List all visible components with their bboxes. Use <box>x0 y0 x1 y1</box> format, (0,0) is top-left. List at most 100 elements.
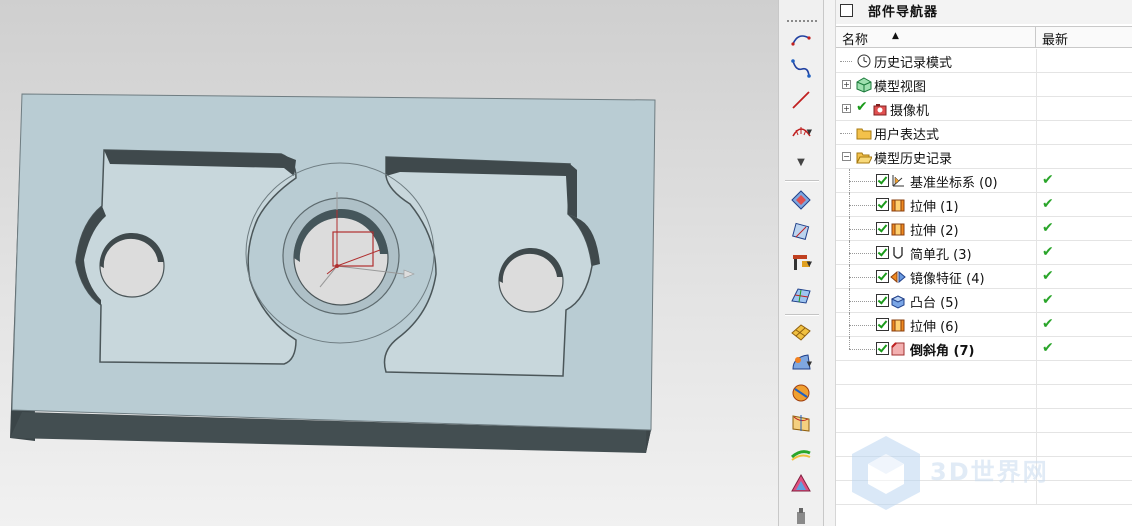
tree-row-label: 倒斜角 (7) <box>910 344 975 359</box>
swept-surface-icon <box>790 443 812 469</box>
tree-row-label: 拉伸 (1) <box>910 200 959 215</box>
clock-icon <box>856 53 872 69</box>
spline-icon <box>790 30 812 54</box>
checkmark-icon: ✔ <box>856 99 868 115</box>
curve-spline-button[interactable] <box>788 30 814 54</box>
navigator-column-header: 名称 ▲ 最新 <box>836 26 1132 48</box>
n-sided-icon <box>790 473 812 499</box>
tree-row-feature[interactable]: 简单孔 (3) ✔ <box>836 241 1132 265</box>
chevron-down-icon[interactable]: ▼ <box>807 260 812 268</box>
more-curve-tools-button[interactable]: ▼ <box>788 150 814 174</box>
swept-button[interactable] <box>788 444 814 468</box>
up-to-date-check-icon: ✔ <box>1042 172 1054 188</box>
feature-visibility-checkbox[interactable] <box>876 174 889 187</box>
extrude-surface-button[interactable] <box>788 190 814 214</box>
watermark-text: 3D世界网 <box>930 458 1049 486</box>
feature-toolbar: ▼ ▼ ▼ ▼ <box>778 0 824 526</box>
tree-row-feature[interactable]: 凸台 (5) ✔ <box>836 289 1132 313</box>
extrude-icon <box>890 197 906 213</box>
navigator-resource-bar[interactable] <box>824 0 836 526</box>
mesh-icon <box>790 321 812 347</box>
hole-icon <box>890 245 906 261</box>
up-to-date-check-icon: ✔ <box>1042 340 1054 356</box>
watermark: 3D世界网 <box>846 432 1132 522</box>
folder-open-icon <box>856 149 873 165</box>
n-sided-surface-button[interactable] <box>788 473 814 499</box>
tree-row-feature[interactable]: 拉伸 (1) ✔ <box>836 193 1132 217</box>
tree-row-feature[interactable]: 拉伸 (6) ✔ <box>836 313 1132 337</box>
folder-icon <box>856 125 872 141</box>
mirror-icon <box>890 269 906 285</box>
tree-row-feature[interactable]: 镜像特征 (4) ✔ <box>836 265 1132 289</box>
tree-row-label: 模型视图 <box>874 80 927 95</box>
ruled-surface-icon <box>790 381 812 407</box>
tree-row-label: 用户表达式 <box>874 128 940 143</box>
chevron-down-icon[interactable]: ▼ <box>807 128 812 136</box>
tree-row-feature-current[interactable]: 倒斜角 (7) ✔ <box>836 337 1132 361</box>
tree-row-label: 历史记录模式 <box>874 56 953 71</box>
navigator-title-bar: 部件导航器 <box>836 0 1132 24</box>
tree-row-label: 镜像特征 (4) <box>910 272 985 287</box>
through-curves-icon <box>790 411 812 437</box>
face-blend-button[interactable]: ▼ <box>788 352 814 376</box>
studio-spline-button[interactable] <box>788 58 814 82</box>
tree-row-empty <box>836 361 1132 385</box>
arc-button[interactable]: ▼ <box>788 120 814 144</box>
pin-checkbox[interactable] <box>840 4 853 17</box>
line-button[interactable] <box>788 90 814 114</box>
tree-row-cameras[interactable]: + ✔ 摄像机 <box>836 97 1132 121</box>
offset-face-icon <box>790 221 812 247</box>
expand-plus-icon[interactable]: + <box>842 80 851 89</box>
ruled-surface-button[interactable] <box>788 382 814 406</box>
up-to-date-check-icon: ✔ <box>1042 292 1054 308</box>
line-icon <box>790 89 812 115</box>
toolbar-separator <box>785 314 819 316</box>
tree-row-label: 拉伸 (6) <box>910 320 959 335</box>
tree-row-user-expressions[interactable]: 用户表达式 <box>836 121 1132 145</box>
more-surface-tools-button[interactable] <box>788 506 814 530</box>
up-to-date-check-icon: ✔ <box>1042 244 1054 260</box>
camera-icon <box>872 101 888 117</box>
through-curves-button[interactable] <box>788 412 814 436</box>
feature-visibility-checkbox[interactable] <box>876 246 889 259</box>
feature-visibility-checkbox[interactable] <box>876 294 889 307</box>
surface-analysis-button[interactable] <box>788 284 814 308</box>
sort-ascending-icon: ▲ <box>892 31 899 41</box>
tree-row-history-mode[interactable]: 历史记录模式 <box>836 49 1132 73</box>
graphics-viewport[interactable] <box>0 0 778 526</box>
navigator-title: 部件导航器 <box>868 5 939 20</box>
tree-row-label: 拉伸 (2) <box>910 224 959 239</box>
expand-arrow-icon: ▼ <box>797 156 805 168</box>
feature-visibility-checkbox[interactable] <box>876 318 889 331</box>
extrude-icon <box>890 317 906 333</box>
feature-visibility-checkbox[interactable] <box>876 222 889 235</box>
model-view-icon <box>856 77 872 93</box>
toolbar-grip[interactable] <box>787 20 817 25</box>
datum-csys-icon <box>890 173 906 189</box>
bottle-icon <box>790 506 812 530</box>
tree-row-feature[interactable]: 拉伸 (2) ✔ <box>836 217 1132 241</box>
expand-plus-icon[interactable]: + <box>842 104 851 113</box>
collapse-minus-icon[interactable]: − <box>842 152 851 161</box>
tree-row-model-views[interactable]: + 模型视图 <box>836 73 1132 97</box>
feature-visibility-checkbox[interactable] <box>876 270 889 283</box>
tree-row-empty <box>836 409 1132 433</box>
measure-button[interactable]: ▼ <box>788 252 814 276</box>
tree-row-feature[interactable]: 基准坐标系 (0) ✔ <box>836 169 1132 193</box>
offset-surface-button[interactable] <box>788 222 814 246</box>
feature-visibility-checkbox[interactable] <box>876 198 889 211</box>
tree-row-model-history[interactable]: − 模型历史记录 <box>836 145 1132 169</box>
tree-row-label: 摄像机 <box>890 104 930 119</box>
column-header-name[interactable]: 名称 ▲ <box>836 27 1036 48</box>
studio-spline-icon <box>790 57 812 83</box>
chevron-down-icon[interactable]: ▼ <box>807 360 812 368</box>
column-name-label: 名称 <box>842 33 869 48</box>
cube-logo-icon <box>852 436 920 510</box>
feature-visibility-checkbox[interactable] <box>876 342 889 355</box>
chamfer-icon <box>890 341 906 357</box>
part-model[interactable] <box>0 0 778 526</box>
mesh-surface-button[interactable] <box>788 322 814 346</box>
tree-row-label: 基准坐标系 (0) <box>910 176 998 191</box>
column-header-latest[interactable]: 最新 <box>1042 29 1068 48</box>
up-to-date-check-icon: ✔ <box>1042 268 1054 284</box>
